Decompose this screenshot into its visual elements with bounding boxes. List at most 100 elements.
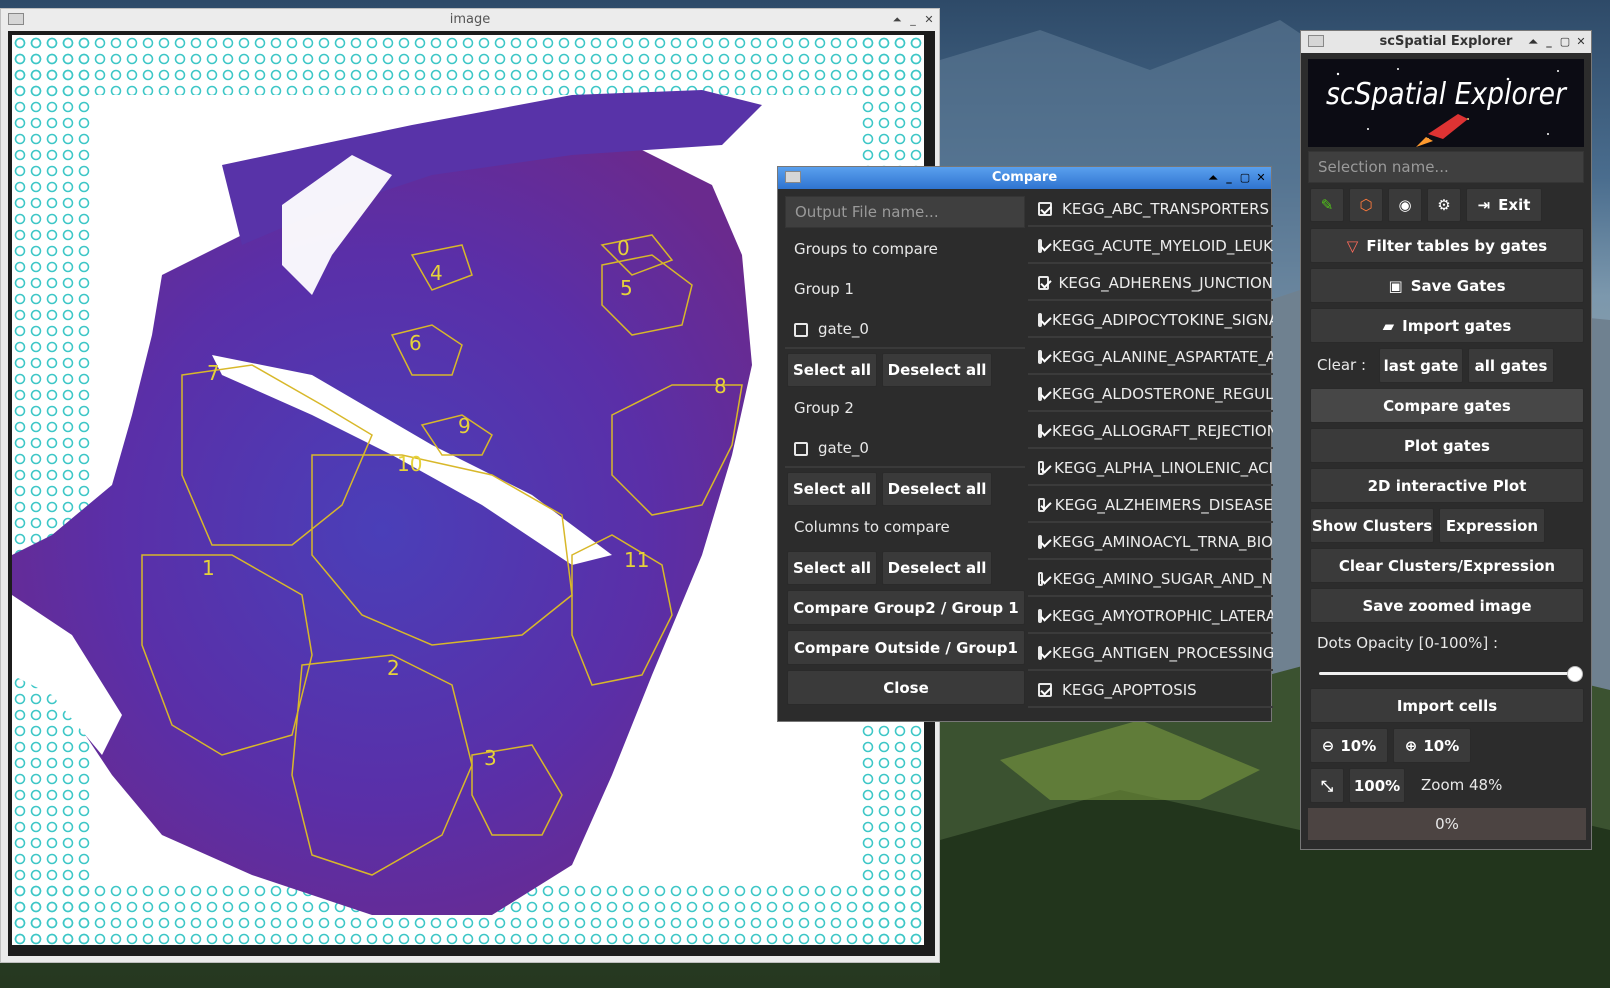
interactive-plot-button[interactable]: 2D interactive Plot xyxy=(1310,468,1584,503)
column-checkbox-item[interactable]: KEGG_ADHERENS_JUNCTION xyxy=(1028,266,1273,301)
explorer-window-title: scSpatial Explorer xyxy=(1379,34,1513,49)
window-menu-icon[interactable] xyxy=(1308,35,1324,47)
group1-deselect-all-button[interactable]: Deselect all xyxy=(882,353,992,387)
group1-gate-checkbox[interactable]: gate_0 xyxy=(794,320,869,338)
brush-icon[interactable]: ✎ xyxy=(1310,188,1344,222)
compare-window-titlebar[interactable]: Compare ⏶ _ ▢ ✕ xyxy=(778,167,1271,189)
compare-group2-group1-button[interactable]: Compare Group2 / Group 1 xyxy=(787,590,1025,625)
compare-window: Compare ⏶ _ ▢ ✕ Output File name... Grou… xyxy=(777,166,1273,723)
maximize-icon[interactable]: ▢ xyxy=(1559,36,1571,48)
compare-outside-group1-button[interactable]: Compare Outside / Group1 xyxy=(787,630,1025,665)
checkbox-checked-icon[interactable] xyxy=(1038,238,1042,253)
checkbox-icon[interactable] xyxy=(794,441,808,456)
gate-label: 10 xyxy=(397,452,422,476)
import-cells-button[interactable]: Import cells xyxy=(1310,688,1584,723)
checkbox-checked-icon[interactable] xyxy=(1038,497,1045,512)
columns-deselect-all-button[interactable]: Deselect all xyxy=(882,551,992,585)
save-gates-button[interactable]: ▣ Save Gates xyxy=(1310,268,1584,303)
show-clusters-button[interactable]: Show Clusters xyxy=(1310,508,1434,543)
zoom-out-button[interactable]: ⊖ 10% xyxy=(1310,728,1388,763)
minimize-icon[interactable]: _ xyxy=(907,14,919,26)
maximize-icon[interactable]: ▢ xyxy=(1239,172,1251,184)
checkbox-checked-icon[interactable] xyxy=(1038,460,1045,475)
dots-opacity-slider[interactable] xyxy=(1319,672,1577,675)
columns-list[interactable]: KEGG_ABC_TRANSPORTERS KEGG_ACUTE_MYELOID_… xyxy=(1028,189,1273,723)
zoom-100-button[interactable]: 100% xyxy=(1349,768,1405,803)
checkbox-checked-icon[interactable] xyxy=(1038,682,1052,697)
column-checkbox-item[interactable]: KEGG_ABC_TRANSPORTERS xyxy=(1028,192,1273,227)
minimize-icon[interactable]: _ xyxy=(1223,172,1235,184)
import-gates-label: Import gates xyxy=(1402,316,1512,335)
window-menu-icon[interactable] xyxy=(785,171,801,183)
exit-button[interactable]: ⇥ Exit xyxy=(1466,188,1542,222)
group2-select-all-button[interactable]: Select all xyxy=(787,472,877,506)
group2-gate-checkbox[interactable]: gate_0 xyxy=(794,439,869,457)
gate-label: 4 xyxy=(430,261,443,285)
columns-select-all-button[interactable]: Select all xyxy=(787,551,877,585)
column-checkbox-item[interactable]: KEGG_AMYOTROPHIC_LATERA xyxy=(1028,599,1273,634)
plot-gates-button[interactable]: Plot gates xyxy=(1310,428,1584,463)
column-checkbox-item[interactable]: KEGG_ALANINE_ASPARTATE_A xyxy=(1028,340,1273,375)
filter-tables-button[interactable]: ▽ Filter tables by gates xyxy=(1310,228,1584,263)
close-icon[interactable]: ✕ xyxy=(923,14,935,26)
save-zoomed-image-button[interactable]: Save zoomed image xyxy=(1310,588,1584,623)
clear-clusters-button[interactable]: Clear Clusters/Expression xyxy=(1310,548,1584,583)
zoom-in-icon: ⊕ xyxy=(1404,736,1418,755)
progress-bar: 0% xyxy=(1308,808,1586,840)
clear-all-gates-button[interactable]: all gates xyxy=(1468,348,1554,383)
checkbox-checked-icon[interactable] xyxy=(1038,534,1043,549)
column-checkbox-item[interactable]: KEGG_AMINO_SUGAR_AND_N xyxy=(1028,562,1273,597)
close-icon[interactable]: ✕ xyxy=(1255,172,1267,184)
output-file-input[interactable]: Output File name... xyxy=(785,196,1025,228)
explorer-window-titlebar[interactable]: scSpatial Explorer ⏶ _ ▢ ✕ xyxy=(1301,31,1591,53)
checkbox-checked-icon[interactable] xyxy=(1038,423,1042,438)
shade-icon[interactable]: ⏶ xyxy=(891,14,903,26)
close-button[interactable]: Close xyxy=(787,670,1025,705)
checkbox-icon[interactable] xyxy=(794,322,808,337)
group1-select-all-button[interactable]: Select all xyxy=(787,353,877,387)
gate-label: 7 xyxy=(207,361,220,385)
column-checkbox-item[interactable]: KEGG_ALLOGRAFT_REJECTION xyxy=(1028,414,1273,449)
column-checkbox-item[interactable]: KEGG_ACUTE_MYELOID_LEUK xyxy=(1028,229,1273,264)
image-window-titlebar[interactable]: image ⏶ _ ✕ xyxy=(1,9,939,31)
column-label: KEGG_ALLOGRAFT_REJECTION xyxy=(1052,421,1273,440)
gate-label: 5 xyxy=(620,276,633,300)
column-checkbox-item[interactable]: KEGG_ALPHA_LINOLENIC_ACI xyxy=(1028,451,1273,486)
checkbox-checked-icon[interactable] xyxy=(1038,386,1042,401)
slider-handle[interactable] xyxy=(1567,666,1583,682)
column-checkbox-item[interactable]: KEGG_APOPTOSIS xyxy=(1028,673,1273,708)
gear-icon[interactable]: ⚙ xyxy=(1427,188,1461,222)
column-checkbox-item[interactable]: KEGG_AMINOACYL_TRNA_BIO xyxy=(1028,525,1273,560)
column-checkbox-item[interactable]: KEGG_ALDOSTERONE_REGULA xyxy=(1028,377,1273,412)
group2-deselect-all-button[interactable]: Deselect all xyxy=(882,472,992,506)
column-checkbox-item[interactable]: KEGG_ADIPOCYTOKINE_SIGNA xyxy=(1028,303,1273,338)
divider xyxy=(785,466,1025,468)
compare-gates-button[interactable]: Compare gates xyxy=(1310,388,1584,423)
checkbox-checked-icon[interactable] xyxy=(1038,312,1042,327)
camera-icon[interactable]: ◉ xyxy=(1388,188,1422,222)
fit-icon[interactable]: ⤡ xyxy=(1310,768,1344,803)
checkbox-checked-icon[interactable] xyxy=(1038,608,1042,623)
column-checkbox-item[interactable]: KEGG_ANTIGEN_PROCESSING xyxy=(1028,636,1273,671)
window-menu-icon[interactable] xyxy=(8,13,24,25)
shade-icon[interactable]: ⏶ xyxy=(1527,36,1539,48)
import-gates-button[interactable]: ▰ Import gates xyxy=(1310,308,1584,343)
hexagon-icon[interactable]: ⬡ xyxy=(1349,188,1383,222)
checkbox-checked-icon[interactable] xyxy=(1038,645,1042,660)
checkbox-checked-icon[interactable] xyxy=(1038,201,1052,216)
zoom-in-button[interactable]: ⊕ 10% xyxy=(1393,728,1471,763)
close-icon[interactable]: ✕ xyxy=(1575,36,1587,48)
logo-graphic: scSpatial Explorer xyxy=(1326,68,1567,147)
zoom-out-icon: ⊖ xyxy=(1321,736,1335,755)
group1-gate-label: gate_0 xyxy=(818,320,869,338)
selection-name-input[interactable]: Selection name... xyxy=(1308,151,1584,183)
column-label: KEGG_ALANINE_ASPARTATE_A xyxy=(1052,347,1273,366)
checkbox-checked-icon[interactable] xyxy=(1038,275,1049,290)
checkbox-checked-icon[interactable] xyxy=(1038,349,1042,364)
minimize-icon[interactable]: _ xyxy=(1543,36,1555,48)
shade-icon[interactable]: ⏶ xyxy=(1207,172,1219,184)
checkbox-checked-icon[interactable] xyxy=(1038,571,1043,586)
expression-button[interactable]: Expression xyxy=(1439,508,1545,543)
clear-last-gate-button[interactable]: last gate xyxy=(1379,348,1463,383)
column-checkbox-item[interactable]: KEGG_ALZHEIMERS_DISEASE xyxy=(1028,488,1273,523)
